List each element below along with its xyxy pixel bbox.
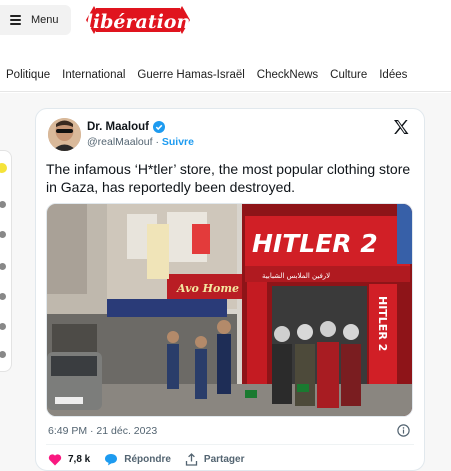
nav-item-culture[interactable]: Culture [324,69,373,81]
reply-label: Répondre [124,454,171,465]
author-handle: @realMaalouf · Suivre [87,136,194,148]
tweet-timestamp[interactable]: 6:49 PM · 21 déc. 2023 [48,425,157,437]
tweet-actions: 7,8 k Répondre Partager [48,453,245,466]
follow-button[interactable]: Suivre [162,136,194,148]
nav-item-checknews[interactable]: CheckNews [251,69,324,81]
liberation-logo[interactable]: libération [82,2,194,38]
highlight-icon[interactable] [0,163,7,173]
store-sign: HITLER 2 [252,229,378,258]
main-nav: Politique International Guerre Hamas-Isr… [0,58,451,92]
store-arabic-sign: لارفين الملابس الشبابية [262,272,330,280]
like-button[interactable]: 7,8 k [48,453,90,466]
tweet-photo[interactable]: Avo Home HITLER 2 لارفين الملابس الشبابي… [46,203,413,417]
tweet-divider [46,444,414,445]
handle-separator: · [155,136,159,148]
nav-item-idees[interactable]: Idées [373,69,413,81]
left-shop-sign: Avo Home [176,282,239,295]
avatar[interactable] [48,118,81,151]
nav-item-politique[interactable]: Politique [0,69,56,81]
tweet-text: The infamous ‘H*tler’ store, the most po… [46,161,411,195]
x-logo-icon[interactable] [392,118,410,136]
share-icon[interactable] [0,351,6,358]
hamburger-icon [10,15,21,25]
close-icon[interactable] [0,293,6,300]
info-icon[interactable] [397,424,410,437]
share-icon[interactable] [0,323,6,330]
share-icon[interactable] [0,201,6,208]
author-name-text: Dr. Maalouf [87,121,149,133]
share-icon [185,453,198,466]
author-handle-text[interactable]: @realMaalouf [87,136,153,148]
share-label: Partager [203,454,245,465]
nav-item-international[interactable]: International [56,69,131,81]
nav-item-guerre-hamas-israel[interactable]: Guerre Hamas-Israël [131,69,250,81]
author-name[interactable]: Dr. Maalouf [87,121,165,133]
reply-button[interactable]: Répondre [104,453,171,466]
share-icon[interactable] [0,231,6,238]
menu-button[interactable]: Menu [0,5,71,35]
top-bar: Menu libération [0,0,451,42]
logo-text: libération [86,11,191,33]
verified-badge-icon [152,121,165,133]
heart-icon [48,454,62,466]
store-photo: Avo Home HITLER 2 لارفين الملابس الشبابي… [47,204,412,416]
share-icon[interactable] [0,263,6,270]
store-vertical-sign: HITLER 2 [376,296,389,351]
share-button[interactable]: Partager [185,453,245,466]
menu-label: Menu [31,14,59,26]
tweet-embed: Dr. Maalouf @realMaalouf · Suivre The in… [35,108,425,471]
share-rail [0,150,12,372]
like-count: 7,8 k [68,454,91,465]
reply-icon [105,454,118,466]
